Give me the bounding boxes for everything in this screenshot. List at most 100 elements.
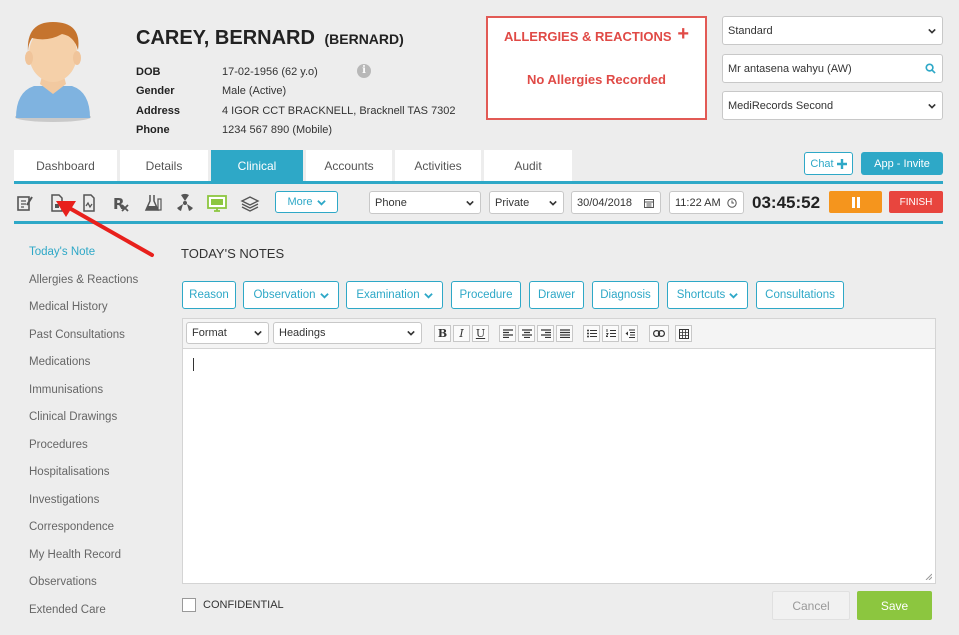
gender-value: Male (Active) <box>222 85 287 98</box>
align-center-icon[interactable] <box>518 325 535 342</box>
observation-label: Observation <box>253 289 316 301</box>
align-right-icon[interactable] <box>537 325 554 342</box>
annotation-arrow-icon <box>56 201 154 257</box>
notes-icon[interactable] <box>15 193 35 213</box>
table-icon[interactable] <box>675 325 692 342</box>
chat-button[interactable]: Chat <box>804 152 853 175</box>
tab-dashboard[interactable]: Dashboard <box>14 150 117 182</box>
sidebar-item-hospitalisations[interactable]: Hospitalisations <box>29 464 138 492</box>
consultations-button[interactable]: Consultations <box>756 281 844 309</box>
sidebar-item-medications[interactable]: Medications <box>29 354 138 382</box>
practitioner-search-input[interactable]: Mr antasena wahyu (AW) <box>722 54 943 83</box>
numbered-list-icon[interactable] <box>602 325 619 342</box>
add-allergy-plus-icon[interactable]: + <box>677 23 689 46</box>
contact-type-select[interactable]: Phone <box>369 191 481 214</box>
date-value: 30/04/2018 <box>577 196 633 209</box>
justify-icon[interactable] <box>556 325 573 342</box>
template-select-value: Standard <box>728 24 773 37</box>
patient-name: CAREY, BERNARD (BERNARD) <box>136 27 404 50</box>
sidebar-item-procedures[interactable]: Procedures <box>29 437 138 465</box>
sidebar-item-investigations[interactable]: Investigations <box>29 492 138 520</box>
reason-button[interactable]: Reason <box>182 281 236 309</box>
format-select-value: Format <box>192 327 227 339</box>
chevron-down-icon <box>423 292 433 299</box>
dob-label: DOB <box>136 65 161 78</box>
sidebar-item-correspondence[interactable]: Correspondence <box>29 519 138 547</box>
examination-label: Examination <box>356 289 420 301</box>
allergies-title: ALLERGIES & REACTIONS <box>504 29 672 44</box>
notes-editor[interactable] <box>182 348 936 584</box>
calendar-icon[interactable] <box>644 198 654 208</box>
pause-button[interactable] <box>829 191 882 213</box>
save-button[interactable]: Save <box>857 591 932 620</box>
sidebar-item-observations[interactable]: Observations <box>29 574 138 602</box>
chevron-down-icon <box>316 199 326 206</box>
clock-icon[interactable] <box>727 197 737 208</box>
tab-clinical[interactable]: Clinical <box>211 150 303 182</box>
outdent-icon[interactable] <box>621 325 638 342</box>
practitioner-value: Mr antasena wahyu (AW) <box>728 62 852 75</box>
confidential-label: CONFIDENTIAL <box>203 599 284 611</box>
sidebar-item-medical-history[interactable]: Medical History <box>29 299 138 327</box>
tab-accounts[interactable]: Accounts <box>306 150 392 182</box>
patient-full-name: CAREY, BERNARD <box>136 27 315 49</box>
tab-details[interactable]: Details <box>120 150 208 182</box>
date-input[interactable]: 30/04/2018 <box>571 191 661 214</box>
align-left-icon[interactable] <box>499 325 516 342</box>
underline-icon[interactable]: U <box>472 325 489 342</box>
location-select[interactable]: MediRecords Second <box>722 91 943 120</box>
bullet-list-icon[interactable] <box>583 325 600 342</box>
template-select[interactable]: Standard <box>722 16 943 45</box>
chevron-down-icon <box>407 330 415 336</box>
shortcuts-button[interactable]: Shortcuts <box>667 281 748 309</box>
plus-icon <box>836 158 847 169</box>
sidebar-item-extended-care[interactable]: Extended Care <box>29 602 138 630</box>
patient-demographics: DOB 17-02-1956 (62 y.o) Gender Male (Act… <box>136 62 456 140</box>
sidebar-item-my-health-record[interactable]: My Health Record <box>29 547 138 575</box>
app-invite-button[interactable]: App - Invite <box>861 152 943 175</box>
observation-button[interactable]: Observation <box>243 281 339 309</box>
layers-icon[interactable] <box>240 193 260 213</box>
search-icon[interactable] <box>925 62 936 74</box>
chevron-down-icon <box>928 103 936 109</box>
drawer-button[interactable]: Drawer <box>529 281 584 309</box>
confidential-toggle[interactable]: CONFIDENTIAL <box>182 598 284 612</box>
format-select[interactable]: Format <box>186 322 269 344</box>
diagnosis-button[interactable]: Diagnosis <box>592 281 659 309</box>
headings-select[interactable]: Headings <box>273 322 422 344</box>
pause-icon <box>851 196 860 208</box>
billing-select[interactable]: Private <box>489 191 564 214</box>
link-icon[interactable] <box>649 325 669 342</box>
tab-audit[interactable]: Audit <box>484 150 572 182</box>
location-select-value: MediRecords Second <box>728 99 834 112</box>
info-icon[interactable]: i <box>357 64 371 78</box>
allergies-panel: ALLERGIES & REACTIONS + No Allergies Rec… <box>486 16 707 120</box>
sidebar-item-immunisations[interactable]: Immunisations <box>29 382 138 410</box>
time-input[interactable]: 11:22 AM <box>669 191 744 214</box>
sidebar-item-clinical-drawings[interactable]: Clinical Drawings <box>29 409 138 437</box>
confidential-checkbox[interactable] <box>182 598 196 612</box>
dob-row: DOB 17-02-1956 (62 y.o) <box>136 62 456 82</box>
cancel-button[interactable]: Cancel <box>772 591 850 620</box>
chevron-down-icon <box>466 200 474 206</box>
phone-value: 1234 567 890 (Mobile) <box>222 124 333 137</box>
headings-select-value: Headings <box>279 327 326 339</box>
shortcuts-label: Shortcuts <box>676 289 726 301</box>
sidebar-item-allergies[interactable]: Allergies & Reactions <box>29 272 138 300</box>
editor-toolbar: Format Headings B I U <box>182 318 936 348</box>
tab-activities[interactable]: Activities <box>395 150 481 182</box>
mhr-monitor-icon[interactable] <box>206 193 228 213</box>
gender-row: Gender Male (Active) <box>136 82 456 102</box>
chevron-down-icon <box>549 200 557 206</box>
examination-button[interactable]: Examination <box>346 281 443 309</box>
procedure-button[interactable]: Procedure <box>451 281 521 309</box>
resize-handle-icon[interactable] <box>924 572 932 580</box>
chevron-down-icon <box>729 292 739 299</box>
finish-button[interactable]: FINISH <box>889 191 943 213</box>
italic-icon[interactable]: I <box>453 325 470 342</box>
radiology-icon[interactable] <box>175 193 195 213</box>
more-button[interactable]: More <box>275 191 338 213</box>
address-row: Address 4 IGOR CCT BRACKNELL, Bracknell … <box>136 101 456 121</box>
sidebar-item-past-consultations[interactable]: Past Consultations <box>29 327 138 355</box>
bold-icon[interactable]: B <box>434 325 451 342</box>
